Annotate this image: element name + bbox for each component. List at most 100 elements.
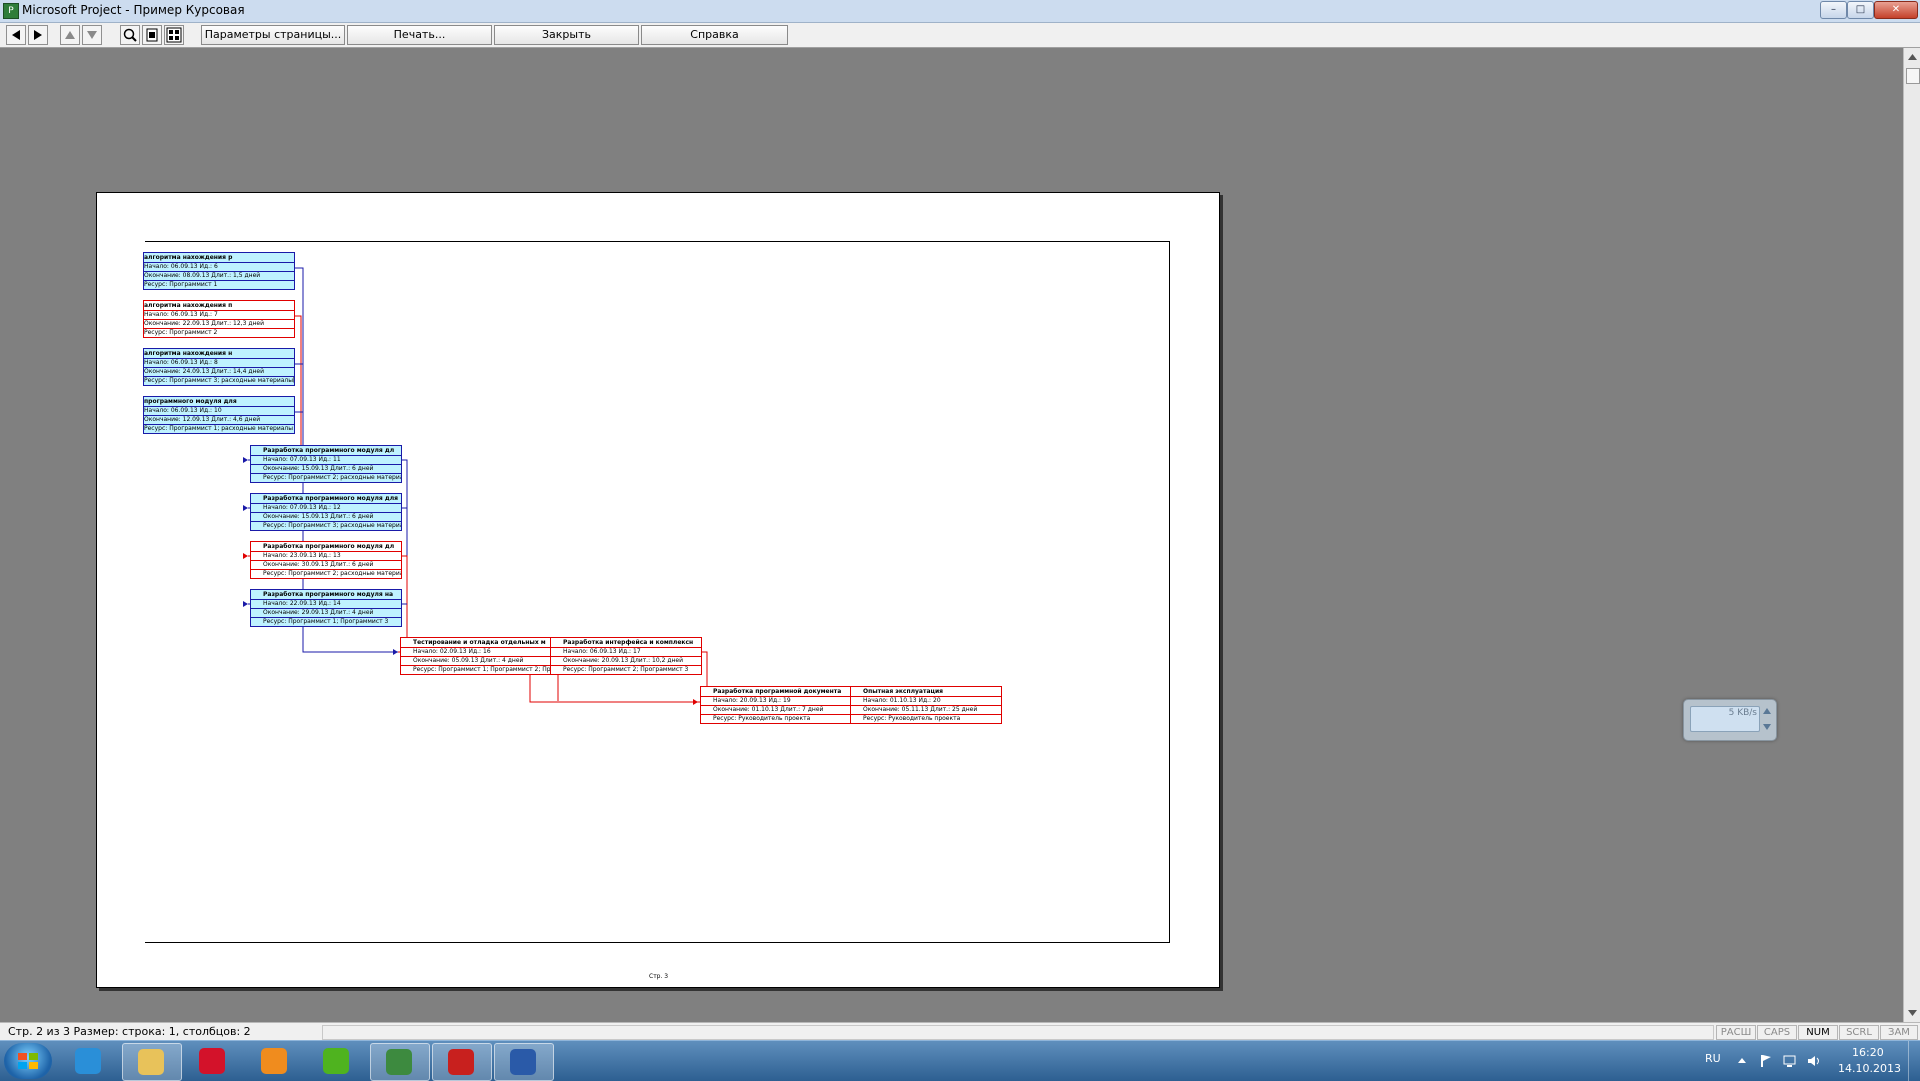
multi-page-icon [166, 27, 182, 43]
maximize-button[interactable]: □ [1847, 1, 1874, 19]
finish-label: Окончание: [144, 320, 181, 327]
one-page-button[interactable] [142, 25, 162, 45]
scroll-down-icon[interactable] [1904, 1006, 1920, 1020]
task-node: Разработка интерфейса и комплексн Начало:… [550, 637, 702, 675]
duration-label: Длит.: [330, 513, 351, 520]
start-label: Начало: [144, 359, 169, 366]
start-label: Начало: [863, 697, 888, 704]
close-window-button[interactable]: ✕ [1874, 1, 1918, 19]
start-button[interactable] [4, 1043, 52, 1079]
windows-taskbar: RU 16:20 14.10.2013 [0, 1040, 1920, 1081]
print-preview-toolbar: Параметры страницы... Печать... Закрыть … [0, 23, 1920, 48]
arrow-down-icon [87, 31, 97, 39]
task-finish-duration: Окончание: 05.09.13 Длит.: 4 дней [401, 656, 551, 665]
zoom-button[interactable] [120, 25, 140, 45]
task-node: Разработка программного модуля на Начало:… [250, 589, 402, 627]
clock-date[interactable]: 14.10.2013 [1838, 1062, 1901, 1075]
task-start: 06.09.13 [170, 407, 198, 414]
network-icon[interactable] [1782, 1053, 1798, 1069]
task-resource: Программист 3; расходные материалы 3[1] [288, 522, 401, 529]
clock-time[interactable]: 16:20 [1852, 1046, 1884, 1059]
print-button[interactable]: Печать... [347, 25, 492, 45]
show-desktop-button[interactable] [1908, 1041, 1920, 1081]
link-arrowhead [693, 699, 698, 705]
network-meter-gadget[interactable]: 5 KB/s [1683, 699, 1777, 741]
link-arrowhead [243, 505, 248, 511]
gadget-scroll-icon[interactable] [1761, 704, 1773, 734]
ms-project-taskbar-button[interactable] [370, 1043, 430, 1081]
close-preview-button[interactable]: Закрыть [494, 25, 639, 45]
ms-word-taskbar-button[interactable] [494, 1043, 554, 1081]
action-center-icon[interactable] [1758, 1053, 1774, 1069]
task-duration: 4,6 дней [233, 416, 261, 423]
volume-icon[interactable] [1806, 1053, 1822, 1069]
media-player-taskbar-button[interactable] [246, 1043, 304, 1079]
task-start: 07.09.13 [289, 456, 317, 463]
link-arrowhead [243, 601, 248, 607]
ms-word-icon [510, 1049, 536, 1075]
gadget-display: 5 KB/s [1690, 706, 1760, 732]
multiple-pages-button[interactable] [164, 25, 184, 45]
finish-label: Окончание: [144, 368, 181, 375]
vertical-scrollbar[interactable] [1903, 48, 1920, 1022]
task-resources: Ресурс: Программист 3; расходные материа… [144, 376, 294, 385]
page-down-button[interactable] [82, 25, 102, 45]
id-label: Ид.: [318, 504, 332, 511]
language-indicator[interactable]: RU [1705, 1052, 1721, 1065]
finish-label: Окончание: [713, 706, 750, 713]
task-finish: 30.09.13 [301, 561, 329, 568]
start-label: Начало: [563, 648, 588, 655]
network-diagram: алгоритма нахождения р Начало: 06.09.13 И… [143, 241, 1170, 980]
acrobat-reader-taskbar-button[interactable] [432, 1043, 492, 1081]
task-id: 10 [214, 407, 222, 414]
task-finish-duration: Окончание: 05.11.13 Длит.: 25 дней [851, 705, 1001, 714]
internet-explorer-icon [75, 1048, 101, 1074]
task-start-id: Начало: 06.09.13 Ид.: 10 [144, 406, 294, 415]
task-node: алгоритма нахождения н Начало: 06.09.13 И… [143, 348, 295, 386]
task-resources: Ресурс: Программист 1; Программист 2; Пр… [401, 665, 551, 674]
next-page-button[interactable] [28, 25, 48, 45]
duration-label: Длит.: [211, 272, 232, 279]
arrow-left-icon [12, 30, 20, 40]
task-id: 7 [214, 311, 218, 318]
scroll-thumb[interactable] [1906, 68, 1920, 84]
prev-page-button[interactable] [6, 25, 26, 45]
internet-explorer-taskbar-button[interactable] [60, 1043, 118, 1079]
task-resource: Руководитель проекта [888, 715, 961, 722]
task-start-id: Начало: 07.09.13 Ид.: 11 [251, 455, 401, 464]
id-label: Ид.: [318, 456, 332, 463]
task-resources: Ресурс: Программист 1; Программист 3 [251, 617, 401, 626]
duration-label: Длит.: [211, 368, 232, 375]
status-page-info: Стр. 2 из 3 Размер: строка: 1, столбцов:… [8, 1025, 251, 1038]
file-explorer-taskbar-button[interactable] [122, 1043, 182, 1081]
page-setup-button[interactable]: Параметры страницы... [201, 25, 345, 45]
task-finish-duration: Окончание: 15.09.13 Длит.: 6 дней [251, 464, 401, 473]
tray-expand-icon[interactable] [1736, 1055, 1748, 1067]
status-bar: Стр. 2 из 3 Размер: строка: 1, столбцов:… [0, 1022, 1920, 1041]
scroll-up-icon[interactable] [1904, 50, 1920, 64]
help-button[interactable]: Справка [641, 25, 788, 45]
task-finish-duration: Окончание: 20.09.13 Длит.: 10,2 дней [551, 656, 701, 665]
task-start-id: Начало: 23.09.13 Ид.: 13 [251, 551, 401, 560]
task-node: Тестирование и отладка отдельных м Начало… [400, 637, 552, 675]
task-resources: Ресурс: Программист 2; расходные материа… [251, 473, 401, 482]
task-start-id: Начало: 06.09.13 Ид.: 17 [551, 647, 701, 656]
task-start-id: Начало: 06.09.13 Ид.: 6 [144, 262, 294, 271]
ms-project-icon: P [3, 3, 19, 19]
task-duration: 6 дней [352, 465, 374, 472]
task-start: 06.09.13 [170, 263, 198, 270]
minimize-button[interactable]: – [1820, 1, 1847, 19]
task-node: Разработка программного модуля для Начало… [250, 493, 402, 531]
print-preview-area: алгоритма нахождения р Начало: 06.09.13 И… [0, 48, 1901, 1022]
arrow-right-icon [34, 30, 42, 40]
task-start-id: Начало: 20.09.13 Ид.: 19 [701, 696, 851, 705]
icq-taskbar-button[interactable] [308, 1043, 366, 1079]
task-name: Разработка программного модуля на [263, 591, 394, 598]
task-duration: 6 дней [352, 561, 374, 568]
page-up-button[interactable] [60, 25, 80, 45]
opera-taskbar-button[interactable] [184, 1043, 242, 1079]
arrow-up-icon [65, 31, 75, 39]
task-resources: Ресурс: Программист 2; Программист 3 [551, 665, 701, 674]
task-start: 07.09.13 [289, 504, 317, 511]
duration-label: Длит.: [780, 706, 801, 713]
